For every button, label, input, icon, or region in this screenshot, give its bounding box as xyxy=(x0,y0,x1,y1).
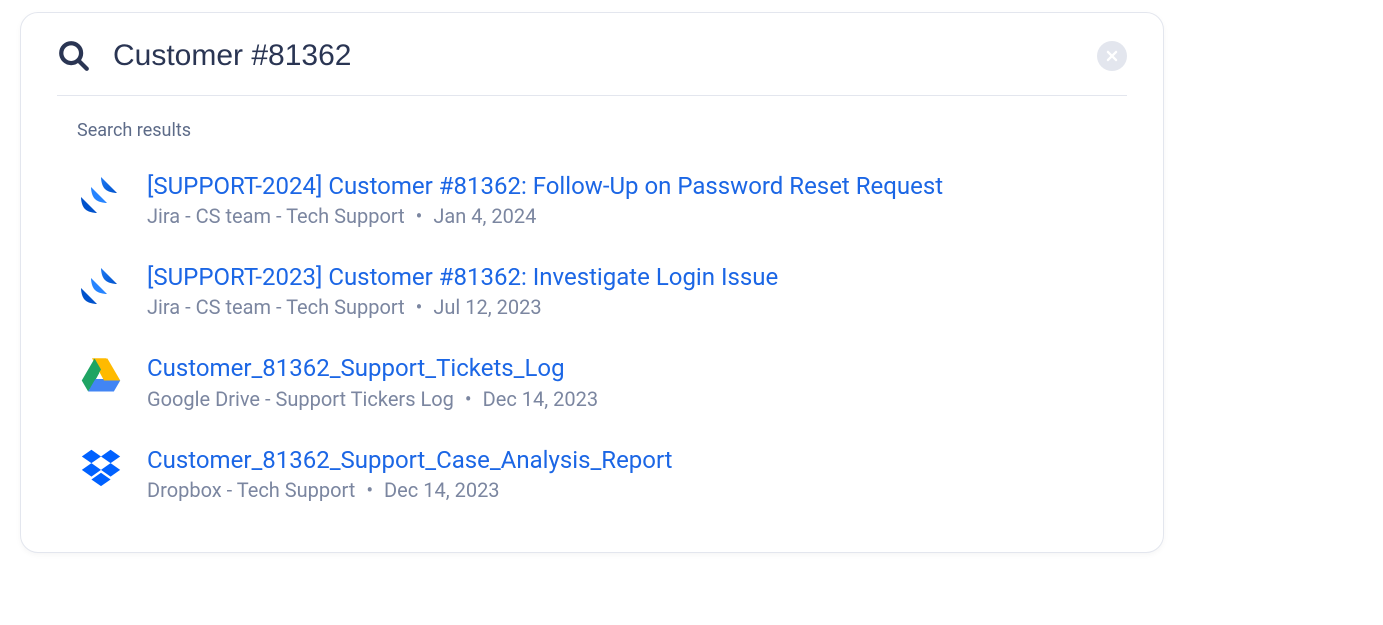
result-text: Customer_81362_Support_Case_Analysis_Rep… xyxy=(147,443,1127,502)
result-text: [SUPPORT-2023] Customer #81362: Investig… xyxy=(147,260,1127,319)
result-title[interactable]: [SUPPORT-2024] Customer #81362: Follow-U… xyxy=(147,171,1127,202)
search-result-row[interactable]: Customer_81362_Support_Case_Analysis_Rep… xyxy=(77,433,1127,524)
search-input[interactable] xyxy=(113,39,1097,73)
result-title[interactable]: Customer_81362_Support_Case_Analysis_Rep… xyxy=(147,445,1127,476)
result-date: Jan 4, 2024 xyxy=(433,204,536,228)
search-result-row[interactable]: [SUPPORT-2023] Customer #81362: Investig… xyxy=(77,250,1127,341)
result-source: Jira - CS team - Tech Support xyxy=(147,295,405,319)
result-text: [SUPPORT-2024] Customer #81362: Follow-U… xyxy=(147,169,1127,228)
jira-icon xyxy=(77,260,125,308)
jira-icon xyxy=(77,169,125,217)
search-panel: Search results [SUPPORT-2024] Customer #… xyxy=(20,12,1164,553)
clear-search-button[interactable] xyxy=(1097,41,1127,71)
result-title[interactable]: Customer_81362_Support_Tickets_Log xyxy=(147,353,1127,384)
result-text: Customer_81362_Support_Tickets_Log Google… xyxy=(147,351,1127,410)
result-source: Google Drive - Support Tickers Log xyxy=(147,387,454,411)
result-meta: Jira - CS team - Tech Support • Jul 12, … xyxy=(147,295,1127,319)
search-results-section: Search results [SUPPORT-2024] Customer #… xyxy=(21,96,1163,552)
search-header xyxy=(21,13,1163,96)
result-meta: Dropbox - Tech Support • Dec 14, 2023 xyxy=(147,478,1127,502)
result-date: Dec 14, 2023 xyxy=(384,478,500,502)
result-meta: Jira - CS team - Tech Support • Jan 4, 2… xyxy=(147,204,1127,228)
gdrive-icon xyxy=(77,351,125,399)
result-source: Jira - CS team - Tech Support xyxy=(147,204,405,228)
separator-dot: • xyxy=(416,295,423,319)
dropbox-icon xyxy=(77,443,125,491)
search-result-row[interactable]: Customer_81362_Support_Tickets_Log Google… xyxy=(77,341,1127,432)
separator-dot: • xyxy=(366,478,373,502)
search-result-row[interactable]: [SUPPORT-2024] Customer #81362: Follow-U… xyxy=(77,159,1127,250)
result-source: Dropbox - Tech Support xyxy=(147,478,355,502)
separator-dot: • xyxy=(465,387,472,411)
result-date: Dec 14, 2023 xyxy=(483,387,599,411)
result-title[interactable]: [SUPPORT-2023] Customer #81362: Investig… xyxy=(147,262,1127,293)
separator-dot: • xyxy=(416,204,423,228)
result-meta: Google Drive - Support Tickers Log • Dec… xyxy=(147,387,1127,411)
search-icon xyxy=(57,39,113,73)
results-label: Search results xyxy=(77,120,1127,141)
result-date: Jul 12, 2023 xyxy=(433,295,541,319)
